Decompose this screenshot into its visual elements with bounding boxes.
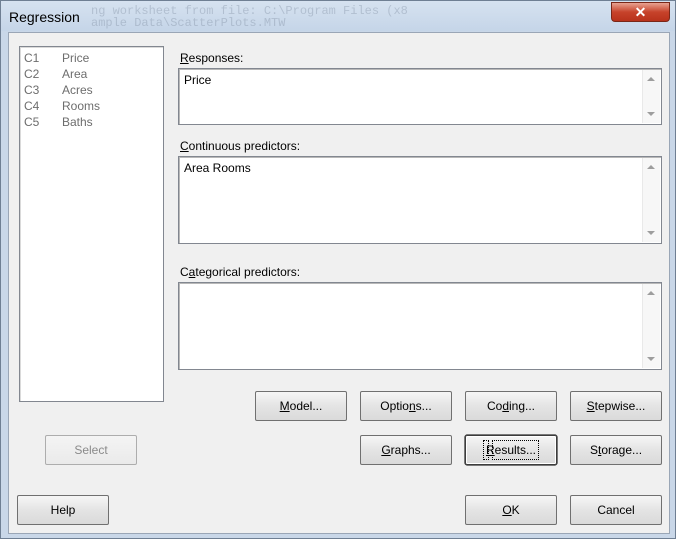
arrow-down-icon[interactable] bbox=[647, 231, 655, 235]
column-name: Rooms bbox=[62, 99, 101, 113]
responses-field[interactable]: Price bbox=[178, 68, 662, 125]
column-number: C4 bbox=[24, 99, 40, 113]
results-button[interactable]: Results... bbox=[465, 435, 557, 465]
cancel-button[interactable]: Cancel bbox=[570, 495, 662, 525]
column-name: Baths bbox=[62, 115, 93, 129]
ok-button[interactable]: OK bbox=[465, 495, 557, 525]
arrow-up-icon[interactable] bbox=[647, 77, 655, 81]
background-ghost-text: ng worksheet from file: C:\Program Files… bbox=[91, 4, 408, 30]
select-button[interactable]: Select bbox=[45, 435, 137, 465]
responses-label: Responses: bbox=[180, 51, 244, 65]
arrow-down-icon[interactable] bbox=[647, 357, 655, 361]
coding-button[interactable]: Coding... bbox=[465, 391, 557, 421]
regression-dialog: ng worksheet from file: C:\Program Files… bbox=[0, 0, 676, 539]
categorical-predictors-label: Categorical predictors: bbox=[180, 265, 301, 279]
window-title: Regression bbox=[9, 9, 80, 25]
title-bar: ng worksheet from file: C:\Program Files… bbox=[1, 1, 675, 31]
column-number: C2 bbox=[24, 67, 40, 81]
column-name: Area bbox=[62, 67, 88, 81]
column-number: C3 bbox=[24, 83, 40, 97]
continuous-predictors-label: Continuous predictors: bbox=[180, 139, 301, 153]
variable-list[interactable]: C1 Price C2 Area C3 Acres C4 Rooms C5 Ba… bbox=[19, 46, 164, 402]
arrow-down-icon[interactable] bbox=[647, 112, 655, 116]
close-button[interactable]: ✕ bbox=[611, 2, 670, 22]
categorical-predictors-field[interactable] bbox=[178, 282, 662, 370]
column-name: Acres bbox=[62, 83, 93, 97]
dialog-body: C1 Price C2 Area C3 Acres C4 Rooms C5 Ba… bbox=[8, 32, 670, 534]
continuous-predictors-field[interactable]: Area Rooms bbox=[178, 156, 662, 244]
column-name: Price bbox=[62, 51, 90, 65]
storage-button[interactable]: Storage... bbox=[570, 435, 662, 465]
arrow-up-icon[interactable] bbox=[647, 165, 655, 169]
column-number: C1 bbox=[24, 51, 40, 65]
column-number: C5 bbox=[24, 115, 40, 129]
continuous-predictors-value: Area Rooms bbox=[184, 161, 251, 175]
graphs-button[interactable]: Graphs... bbox=[360, 435, 452, 465]
close-icon: ✕ bbox=[634, 4, 647, 20]
options-button[interactable]: Options... bbox=[360, 391, 452, 421]
arrow-up-icon[interactable] bbox=[647, 291, 655, 295]
model-button[interactable]: Model... bbox=[255, 391, 347, 421]
help-button[interactable]: Help bbox=[17, 495, 109, 525]
categorical-predictors-scrollbar[interactable] bbox=[642, 284, 660, 368]
continuous-predictors-scrollbar[interactable] bbox=[642, 158, 660, 242]
responses-value: Price bbox=[184, 73, 212, 87]
responses-scrollbar[interactable] bbox=[642, 70, 660, 123]
stepwise-button[interactable]: Stepwise... bbox=[570, 391, 662, 421]
